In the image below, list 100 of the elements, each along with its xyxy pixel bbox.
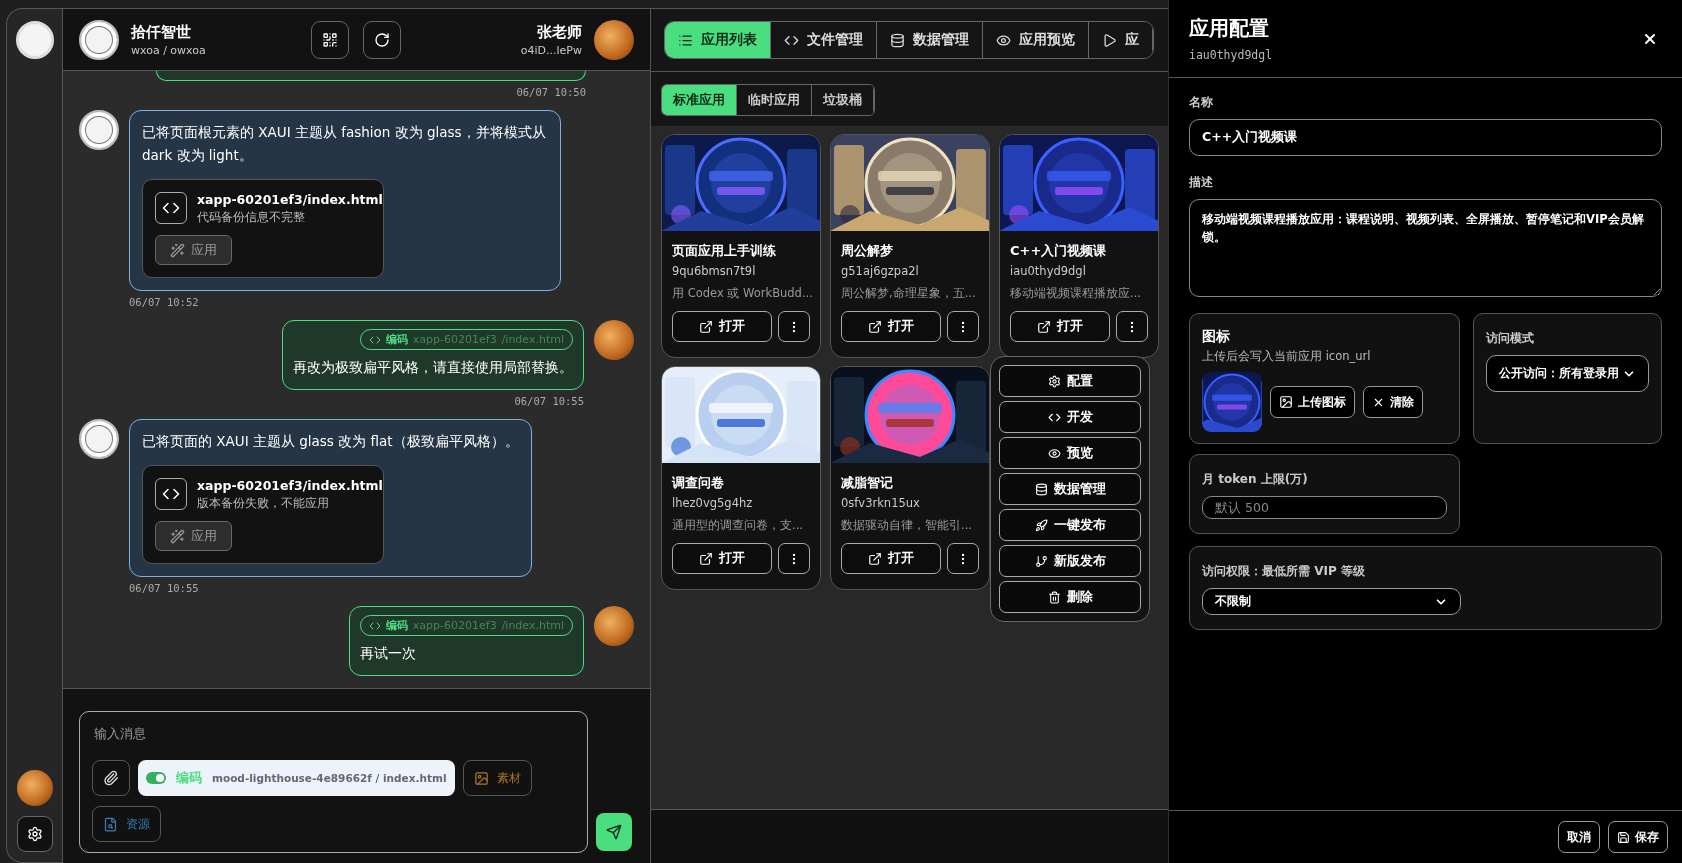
user-avatar [594,606,634,646]
material-button[interactable]: 素材 [462,760,532,796]
menu-item[interactable]: 开发 [999,401,1141,433]
user-id: o4iD...lePw [520,43,582,57]
external-link-icon [1037,319,1051,334]
app-description: 周公解梦,命理星象，五... [841,286,977,301]
external-link-icon [699,319,713,334]
tag-path: /index.html [501,333,564,346]
open-button[interactable]: 打开 [672,311,772,342]
code-icon [155,192,187,224]
field-label: 访问权限：最低所需 VIP 等级 [1202,563,1366,580]
trash-icon [1047,590,1061,604]
field-label: 名称 [1189,94,1214,111]
app-description: 通用型的调查问卷，支... [672,518,804,533]
app-id: g51aj6gzpa2l [841,264,920,278]
message-input[interactable]: 输入消息 [92,722,575,744]
paperclip-icon [103,770,119,786]
bot-avatar [79,19,119,60]
more-button[interactable] [778,311,810,342]
refresh-icon [373,31,390,48]
message-text: 已将页面的 XAUI 主题从 glass 改为 flat（极致扁平风格）。 [142,432,519,451]
open-button[interactable]: 打开 [841,543,941,574]
name-field[interactable]: C++入门视频课 [1189,119,1662,156]
resource-button[interactable]: 资源 [92,806,161,842]
tag-label: 编码 [385,332,408,347]
message-time: 06/07 10:50 [516,86,586,98]
field-label: 访问模式 [1486,330,1535,347]
file-note: 代码备份信息不完整 [197,210,305,225]
play-icon [1102,32,1117,48]
file-icon [103,816,118,832]
menu-item[interactable]: 配置 [999,365,1141,397]
refresh-button[interactable] [362,20,401,59]
code-icon [155,478,187,510]
app-name: 页面应用上手训练 [672,242,777,260]
more-button[interactable] [1116,311,1148,342]
field-label: 描述 [1189,174,1214,191]
send-button[interactable] [596,813,632,851]
clear-button[interactable]: 清除 [1363,386,1423,418]
external-link-icon [868,551,882,566]
tag-app: xapp-60201ef3 [412,333,497,346]
settings-icon [26,826,43,842]
file-name: xapp-60201ef3/index.html [197,478,383,493]
app-id: lhez0vg5g4hz [672,496,754,510]
menu-item[interactable]: 数据管理 [999,473,1141,505]
open-button[interactable]: 打开 [1010,311,1110,342]
menu-item[interactable]: 预览 [999,437,1141,469]
app-description: 移动端视频课程播放应... [1010,286,1142,301]
sub-tab[interactable]: 标准应用 [662,85,737,115]
menu-item[interactable]: 一键发布 [999,509,1141,541]
qr-code-button[interactable] [310,20,349,59]
app-description: 数据驱动自律，智能引... [841,518,973,533]
tag-path: /index.html [501,619,564,632]
image-icon [473,770,489,786]
access-mode-select[interactable]: 公开访问：所有登录用 [1486,355,1649,392]
panel-hint: 上传后会写入当前应用 icon_url [1202,349,1372,364]
file-note: 版本备份失败，不能应用 [197,496,329,511]
list-icon [678,32,693,48]
app-name: 调查问卷 [672,474,725,492]
wand-icon [170,528,185,544]
tag-label: 编码 [385,618,408,633]
cancel-button[interactable]: 取消 [1558,821,1600,853]
save-button[interactable]: 保存 [1608,821,1668,853]
toggle-switch[interactable] [146,772,166,784]
app-name: C++入门视频课 [1010,242,1108,260]
menu-item[interactable]: 删除 [999,581,1141,613]
panel-title: 图标 [1202,328,1231,346]
tab[interactable]: 应用列表 [665,22,771,58]
more-button[interactable] [947,543,979,574]
description-field[interactable]: 移动端视频课程播放应用：课程说明、视频列表、全屏播放、暂停笔记和VIP会员解锁。 [1189,199,1662,297]
message-text: 再改为极致扁平风格，请直接使用局部替换。 [293,358,573,377]
user-avatar[interactable] [16,770,53,806]
logo-icon[interactable] [15,21,54,59]
external-link-icon [699,551,713,566]
settings-icon [1047,374,1061,388]
more-button[interactable] [947,311,979,342]
bot-avatar [79,110,119,150]
message-time: 06/07 10:52 [129,296,199,308]
chat-title: 拾仟智世 [131,22,192,42]
menu-item[interactable]: 新版发布 [999,545,1141,577]
message-time: 06/07 10:55 [129,582,199,594]
tag-app: xapp-60201ef3 [412,619,497,632]
attach-button[interactable] [92,760,130,796]
wand-icon [170,242,185,258]
token-field[interactable]: 默认 500 [1202,496,1447,519]
file-name: xapp-60201ef3/index.html [197,192,383,207]
settings-button[interactable] [16,816,53,852]
mode-chip[interactable]: 编码 mood-lighthouse-4e89662f / index.html [138,760,455,796]
qr-code-icon [321,31,338,48]
bot-avatar [79,419,119,459]
user-avatar [594,320,634,360]
app-id: 9qu6bmsn7t9l [672,264,757,278]
more-button[interactable] [778,543,810,574]
vip-select[interactable]: 不限制 [1202,588,1461,615]
eye-icon [996,32,1011,48]
app-id: 0sfv3rkn15ux [841,496,921,510]
upload-button[interactable]: 上传图标 [1270,386,1355,418]
user-avatar [594,19,634,60]
app-name: 周公解梦 [841,242,894,260]
open-button[interactable]: 打开 [672,543,772,574]
open-button[interactable]: 打开 [841,311,941,342]
